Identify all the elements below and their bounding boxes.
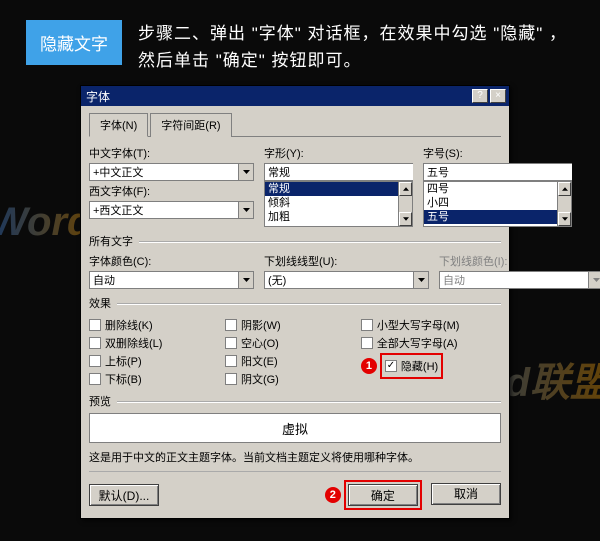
scroll-down-icon[interactable] xyxy=(399,212,412,226)
font-size-input[interactable] xyxy=(423,163,572,181)
all-text-section-label: 所有文字 xyxy=(89,233,133,249)
checkbox-hollow[interactable]: 空心(O) xyxy=(225,335,361,351)
tutorial-step-tag: 隐藏文字 xyxy=(26,20,122,65)
cancel-button[interactable]: 取消 xyxy=(431,483,501,505)
checkbox-allcaps[interactable]: 全部大写字母(A) xyxy=(361,335,497,351)
checkbox-label: 全部大写字母(A) xyxy=(377,335,458,351)
list-item[interactable]: 五号 xyxy=(424,210,571,224)
scroll-down-icon[interactable] xyxy=(558,212,571,226)
font-color-label: 字体颜色(C): xyxy=(89,253,254,269)
list-item[interactable]: 常规 xyxy=(265,182,412,196)
font-color-input[interactable] xyxy=(89,271,238,289)
checkbox-label: 阴文(G) xyxy=(241,371,279,387)
scrollbar[interactable] xyxy=(398,182,412,226)
checkbox-engrave[interactable]: 阴文(G) xyxy=(225,371,361,387)
watermark-text: Word xyxy=(0,200,91,245)
checkbox-hidden[interactable]: 隐藏(H) xyxy=(385,358,438,374)
checkbox-label: 空心(O) xyxy=(241,335,279,351)
checkbox-label: 阳文(E) xyxy=(241,353,278,369)
default-button[interactable]: 默认(D)... xyxy=(89,484,159,506)
scroll-up-icon[interactable] xyxy=(399,182,412,196)
font-style-listbox[interactable]: 常规 倾斜 加粗 xyxy=(264,181,413,227)
font-style-input-wrap[interactable] xyxy=(264,163,413,181)
western-font-input[interactable] xyxy=(89,201,238,219)
font-dialog: 字体 ? × 字体(N) 字符间距(R) 中文字体(T): 西文字 xyxy=(80,85,510,519)
chevron-down-icon[interactable] xyxy=(238,201,254,219)
underline-style-label: 下划线线型(U): xyxy=(264,253,429,269)
dialog-title: 字体 xyxy=(84,88,110,105)
callout-badge-1: 1 xyxy=(361,358,377,374)
help-icon[interactable]: ? xyxy=(472,89,488,103)
font-hint-text: 这是用于中文的正文主题字体。当前文档主题定义将使用哪种字体。 xyxy=(89,449,501,465)
list-item[interactable]: 倾斜 xyxy=(265,196,412,210)
checkbox-label: 阴影(W) xyxy=(241,317,281,333)
font-style-input[interactable] xyxy=(264,163,413,181)
checkbox-superscript[interactable]: 上标(P) xyxy=(89,353,225,369)
checkbox-label: 下标(B) xyxy=(105,371,142,387)
chevron-down-icon[interactable] xyxy=(413,271,429,289)
checkbox-subscript[interactable]: 下标(B) xyxy=(89,371,225,387)
underline-style-input[interactable] xyxy=(264,271,413,289)
tab-font[interactable]: 字体(N) xyxy=(89,113,148,137)
western-font-combo[interactable] xyxy=(89,201,254,219)
scrollbar[interactable] xyxy=(557,182,571,226)
font-preview: 虚拟 xyxy=(89,413,501,443)
tab-char-spacing[interactable]: 字符间距(R) xyxy=(150,113,231,137)
checkbox-label: 小型大写字母(M) xyxy=(377,317,460,333)
checkbox-shadow[interactable]: 阴影(W) xyxy=(225,317,361,333)
checkbox-label: 上标(P) xyxy=(105,353,142,369)
underline-style-combo[interactable] xyxy=(264,271,429,289)
checkbox-label: 双删除线(L) xyxy=(105,335,162,351)
ok-button[interactable]: 确定 xyxy=(348,484,418,506)
chinese-font-input[interactable] xyxy=(89,163,238,181)
checkbox-double-strike[interactable]: 双删除线(L) xyxy=(89,335,225,351)
chevron-down-icon[interactable] xyxy=(238,271,254,289)
checkbox-emboss[interactable]: 阳文(E) xyxy=(225,353,361,369)
chinese-font-label: 中文字体(T): xyxy=(89,145,254,161)
dialog-tabs: 字体(N) 字符间距(R) xyxy=(89,112,501,137)
checkbox-strikethrough[interactable]: 删除线(K) xyxy=(89,317,225,333)
font-size-listbox[interactable]: 四号 小四 五号 xyxy=(423,181,572,227)
font-color-combo[interactable] xyxy=(89,271,254,289)
font-style-label: 字形(Y): xyxy=(264,145,413,161)
scroll-up-icon[interactable] xyxy=(558,182,571,196)
checkbox-label: 隐藏(H) xyxy=(401,358,438,374)
close-icon[interactable]: × xyxy=(490,89,506,103)
underline-color-input xyxy=(439,271,588,289)
checkbox-label: 删除线(K) xyxy=(105,317,153,333)
western-font-label: 西文字体(F): xyxy=(89,183,254,199)
list-item[interactable]: 加粗 xyxy=(265,210,412,224)
checkbox-smallcaps[interactable]: 小型大写字母(M) xyxy=(361,317,497,333)
list-item[interactable]: 四号 xyxy=(424,182,571,196)
effects-section-label: 效果 xyxy=(89,295,111,311)
font-size-label: 字号(S): xyxy=(423,145,572,161)
callout-badge-2: 2 xyxy=(325,487,341,503)
tutorial-step-text: 步骤二、弹出 "字体" 对话框，在效果中勾选 "隐藏" ，然后单击 "确定" 按… xyxy=(138,20,574,74)
chevron-down-icon xyxy=(588,271,600,289)
underline-color-label: 下划线颜色(I): xyxy=(439,253,600,269)
chevron-down-icon[interactable] xyxy=(238,163,254,181)
underline-color-combo xyxy=(439,271,600,289)
font-size-input-wrap[interactable] xyxy=(423,163,572,181)
preview-section-label: 预览 xyxy=(89,393,111,409)
dialog-titlebar[interactable]: 字体 ? × xyxy=(81,86,509,106)
list-item[interactable]: 小四 xyxy=(424,196,571,210)
chinese-font-combo[interactable] xyxy=(89,163,254,181)
